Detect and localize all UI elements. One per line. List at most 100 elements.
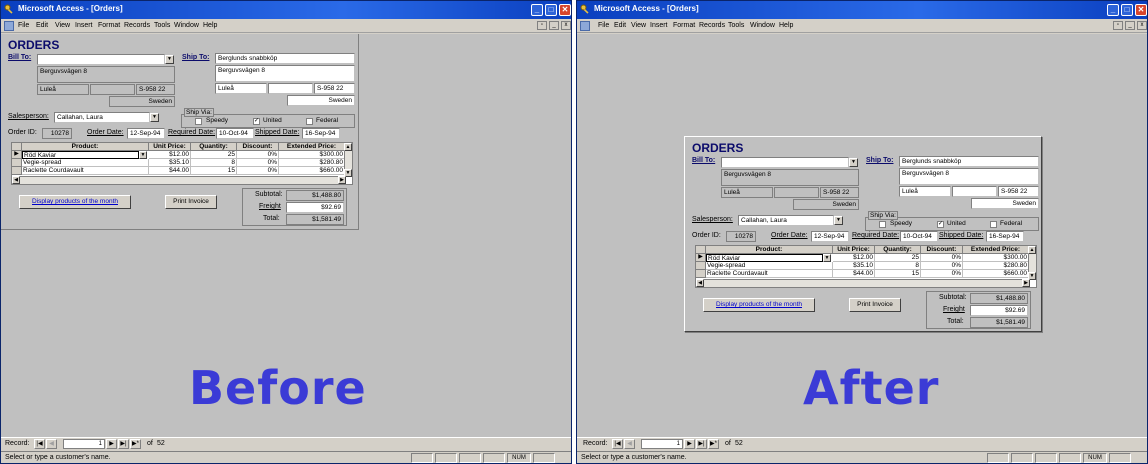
last-record-button[interactable]: ▶| [696,439,707,449]
menu-edit[interactable]: Edit [614,22,626,29]
unit-price-cell[interactable]: $12.00 [149,151,191,159]
ship-name-field[interactable]: Berglunds snabbköp [899,156,1039,167]
ship-city-field[interactable]: Luleå [899,186,951,197]
bill-to-customer-combo[interactable] [721,157,849,168]
federal-checkbox[interactable] [990,221,997,228]
discount-cell[interactable]: 0% [921,262,963,270]
menu-view[interactable]: View [55,22,70,29]
unit-price-cell[interactable]: $35.10 [833,262,875,270]
form-doc-icon[interactable] [580,21,590,31]
minimize-doc-button[interactable]: _ [549,21,559,30]
first-record-button[interactable]: |◀ [34,439,45,449]
display-products-button[interactable]: Display products of the month [703,298,815,312]
united-checkbox[interactable]: ✓ [253,118,260,125]
freight-field[interactable]: $92.69 [286,202,344,213]
speedy-checkbox[interactable] [879,221,886,228]
col-extended-price[interactable]: Extended Price: [963,246,1029,254]
menu-insert[interactable]: Insert [650,22,668,29]
menu-edit[interactable]: Edit [36,22,48,29]
product-cell[interactable]: Raclette Courdavault [706,270,833,278]
product-dropdown-arrow[interactable]: ▼ [139,151,147,159]
col-product[interactable]: Product: [706,246,833,254]
print-invoice-button[interactable]: Print Invoice [165,195,217,209]
scroll-left-arrow-icon[interactable]: ◀ [696,279,704,287]
close-doc-button[interactable]: x [561,21,571,30]
ship-address-field[interactable]: Berguvsvägen 8 [899,168,1039,185]
menu-window[interactable]: Window [750,22,775,29]
unit-price-cell[interactable]: $44.00 [833,270,875,278]
col-discount[interactable]: Discount: [921,246,963,254]
quantity-cell[interactable]: 25 [875,254,921,262]
required-date-field[interactable]: 10-Oct-94 [900,231,938,242]
product-cell[interactable]: Vegie-spread [22,159,149,167]
maximize-button[interactable]: □ [545,4,557,16]
prev-record-button[interactable]: ◀ [46,439,57,449]
first-record-button[interactable]: |◀ [612,439,623,449]
menu-window[interactable]: Window [174,22,199,29]
subform-horizontal-scrollbar[interactable]: ◀ ▶ [12,176,346,184]
restore-doc-button[interactable]: ▫ [537,21,547,30]
ship-name-field[interactable]: Berglunds snabbköp [215,53,355,64]
bill-to-dropdown-arrow[interactable]: ▼ [165,55,174,64]
close-button[interactable]: ✕ [1135,4,1147,16]
discount-cell[interactable]: 0% [237,151,279,159]
ship-region-field[interactable] [952,186,997,197]
product-cell[interactable]: Raclette Courdavault [22,167,149,175]
subform-horizontal-scrollbar[interactable]: ◀ ▶ [696,279,1030,287]
menu-file[interactable]: File [598,22,609,29]
col-quantity[interactable]: Quantity: [875,246,921,254]
scroll-right-arrow-icon[interactable]: ▶ [338,176,346,184]
ship-address-field[interactable]: Berguvsvägen 8 [215,65,355,82]
next-record-button[interactable]: ▶ [106,439,117,449]
unit-price-cell[interactable]: $35.10 [149,159,191,167]
product-dropdown-arrow[interactable]: ▼ [823,254,831,262]
speedy-checkbox[interactable] [195,118,202,125]
salesperson-dropdown-arrow[interactable]: ▼ [150,113,159,122]
new-record-button[interactable]: ▶* [130,439,141,449]
bill-to-dropdown-arrow[interactable]: ▼ [849,158,858,167]
unit-price-cell[interactable]: $44.00 [149,167,191,175]
row-selector[interactable] [696,270,706,278]
salesperson-combo[interactable]: Callahan, Laura [54,112,150,123]
shipped-date-field[interactable]: 16-Sep-94 [986,231,1024,242]
salesperson-dropdown-arrow[interactable]: ▼ [834,216,843,225]
col-discount[interactable]: Discount: [237,143,279,151]
federal-checkbox[interactable] [306,118,313,125]
menu-help[interactable]: Help [203,22,217,29]
menu-tools[interactable]: Tools [728,22,744,29]
menu-format[interactable]: Format [98,22,120,29]
col-quantity[interactable]: Quantity: [191,143,237,151]
order-date-field[interactable]: 12-Sep-94 [811,231,849,242]
ship-postal-field[interactable]: S-958 22 [998,186,1039,197]
last-record-button[interactable]: ▶| [118,439,129,449]
menu-help[interactable]: Help [779,22,793,29]
menu-tools[interactable]: Tools [154,22,170,29]
display-products-button[interactable]: Display products of the month [19,195,131,209]
scroll-up-arrow-icon[interactable]: ▲ [344,143,352,151]
quantity-cell[interactable]: 25 [191,151,237,159]
quantity-cell[interactable]: 8 [191,159,237,167]
ship-postal-field[interactable]: S-958 22 [314,83,355,94]
close-doc-button[interactable]: x [1137,21,1147,30]
required-date-field[interactable]: 10-Oct-94 [216,128,254,139]
menu-format[interactable]: Format [673,22,695,29]
shipped-date-field[interactable]: 16-Sep-94 [302,128,340,139]
record-number-input[interactable]: 1 [641,439,683,449]
row-selector[interactable] [696,262,706,270]
quantity-cell[interactable]: 15 [191,167,237,175]
unit-price-cell[interactable]: $12.00 [833,254,875,262]
menu-view[interactable]: View [631,22,646,29]
new-record-button[interactable]: ▶* [708,439,719,449]
minimize-button[interactable]: _ [1107,4,1119,16]
order-date-field[interactable]: 12-Sep-94 [127,128,165,139]
col-unit-price[interactable]: Unit Price: [149,143,191,151]
col-extended-price[interactable]: Extended Price: [279,143,345,151]
ship-country-field[interactable]: Sweden [287,95,355,106]
row-selector[interactable] [12,159,22,167]
product-cell[interactable]: Vegie-spread [706,262,833,270]
close-button[interactable]: ✕ [559,4,571,16]
product-combo[interactable]: Röd Kaviar [22,151,139,159]
current-row-arrow-icon[interactable]: ▶ [12,151,22,159]
ship-city-field[interactable]: Luleå [215,83,267,94]
prev-record-button[interactable]: ◀ [624,439,635,449]
